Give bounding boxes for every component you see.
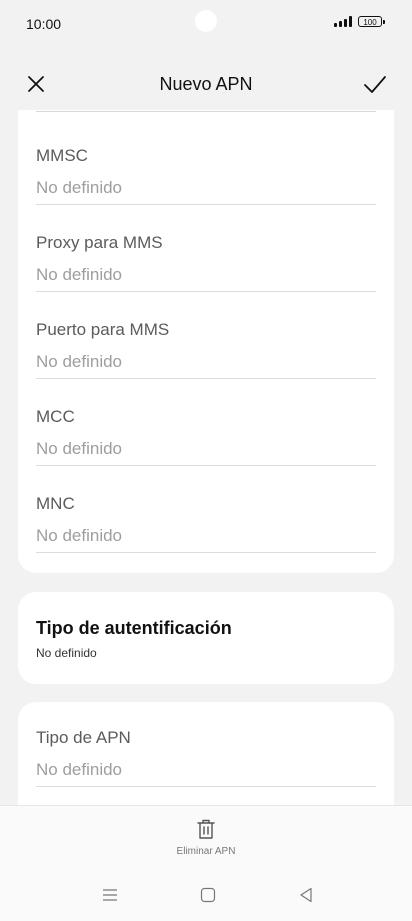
field-value: No definido (36, 439, 123, 458)
page-title: Nuevo APN (159, 74, 253, 94)
app-header: Nuevo APN (0, 55, 412, 111)
auth-type-value: No definido (36, 646, 97, 660)
field-value: No definido (36, 760, 123, 779)
field-apn-type[interactable]: Tipo de APN No definido (36, 728, 376, 787)
field-underline (36, 552, 376, 553)
battery-icon: 100 (358, 16, 385, 27)
field-label: Proxy para MMS (36, 233, 163, 252)
home-icon[interactable] (197, 884, 219, 906)
field-label: MMSC (36, 146, 88, 165)
field-label: MNC (36, 494, 75, 513)
field-mmsc[interactable]: MMSC No definido (36, 146, 376, 205)
field-underline (36, 786, 376, 787)
status-bar: 10:00 100 (0, 0, 412, 48)
signal-icon (334, 16, 352, 27)
camera-cutout (195, 10, 217, 32)
auth-type-label: Tipo de autentificación (36, 618, 232, 638)
field-label: MCC (36, 407, 75, 426)
apn-fields-card: MMSC No definido Proxy para MMS No defin… (18, 110, 394, 573)
check-icon[interactable] (362, 72, 388, 96)
trash-icon (197, 819, 215, 839)
status-time: 10:00 (26, 16, 62, 32)
field-label: Tipo de APN (36, 728, 131, 747)
field-mcc[interactable]: MCC No definido (36, 407, 376, 466)
field-underline (36, 291, 376, 292)
status-icons: 100 (334, 16, 385, 27)
back-icon[interactable] (295, 884, 317, 906)
delete-apn-button[interactable]: Eliminar APN (146, 818, 266, 864)
field-value: No definido (36, 178, 123, 197)
bottom-bar: Eliminar APN (0, 805, 412, 921)
menu-icon[interactable] (99, 884, 121, 906)
field-value: No definido (36, 526, 123, 545)
field-underline (36, 378, 376, 379)
field-mnc[interactable]: MNC No definido (36, 494, 376, 553)
field-label: Puerto para MMS (36, 320, 170, 339)
field-underline (36, 465, 376, 466)
field-value: No definido (36, 265, 123, 284)
system-nav-bar (0, 878, 412, 912)
field-underline (36, 204, 376, 205)
field-value: No definido (36, 352, 123, 371)
auth-type-card[interactable]: Tipo de autentificación No definido (18, 592, 394, 684)
divider (36, 111, 376, 112)
delete-apn-label: Eliminar APN (176, 846, 236, 857)
field-mms-proxy[interactable]: Proxy para MMS No definido (36, 233, 376, 292)
field-mms-port[interactable]: Puerto para MMS No definido (36, 320, 376, 379)
